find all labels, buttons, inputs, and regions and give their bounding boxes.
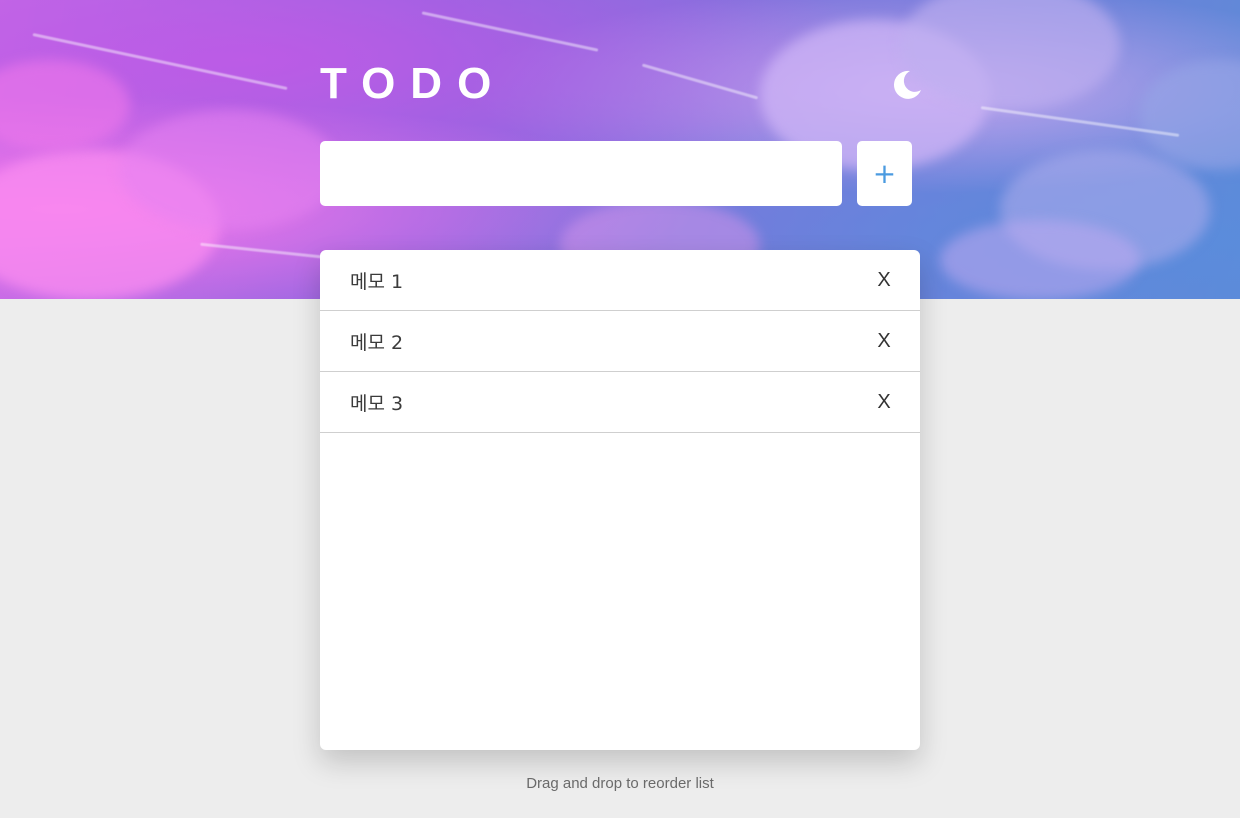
moon-icon	[893, 70, 921, 99]
page-title: TODO	[320, 59, 507, 108]
todo-item-text: 메모 3	[350, 392, 404, 415]
reorder-hint: Drag and drop to reorder list	[526, 775, 714, 792]
delete-todo-button[interactable]: X	[876, 391, 892, 414]
add-todo-button[interactable]: +	[857, 141, 912, 206]
todo-list-card: 메모 1 X 메모 2 X 메모 3 X	[320, 250, 920, 750]
todo-item[interactable]: 메모 3 X	[320, 372, 920, 433]
todo-list: 메모 1 X 메모 2 X 메모 3 X	[320, 250, 920, 433]
todo-item[interactable]: 메모 2 X	[320, 311, 920, 372]
plus-icon: +	[872, 157, 897, 190]
delete-todo-button[interactable]: X	[876, 269, 892, 292]
todo-item[interactable]: 메모 1 X	[320, 250, 920, 311]
theme-toggle-button[interactable]	[888, 64, 928, 104]
todo-item-text: 메모 1	[350, 270, 404, 293]
todo-item-text: 메모 2	[350, 331, 404, 354]
delete-todo-button[interactable]: X	[876, 330, 892, 353]
new-todo-input[interactable]	[320, 141, 842, 206]
